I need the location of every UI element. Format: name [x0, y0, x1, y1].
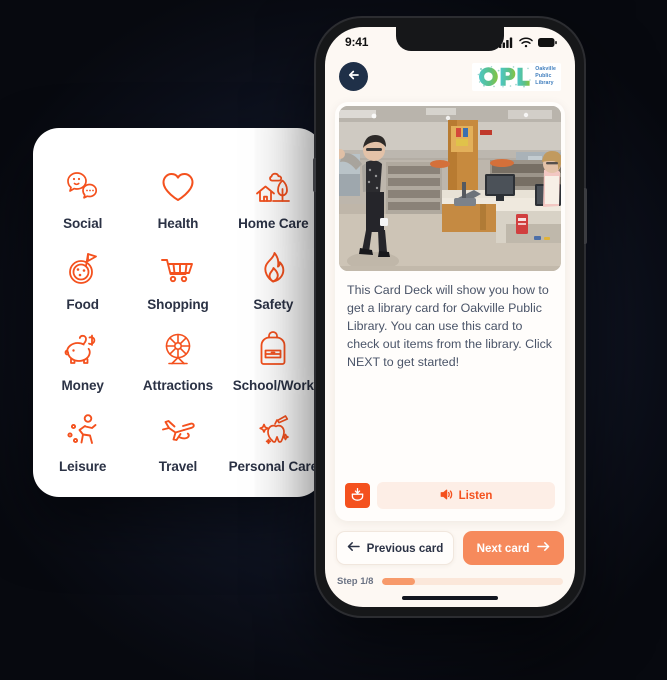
logo-line-1: Oakville	[535, 66, 556, 73]
category-item-social[interactable]: Social	[35, 158, 130, 239]
status-time: 9:41	[345, 35, 369, 49]
category-card: Social Health Home Care Food Shopping Sa…	[33, 128, 323, 497]
arrow-right-icon	[537, 541, 550, 555]
previous-card-button[interactable]: Previous card	[336, 531, 454, 565]
deck-card: This Card Deck will show you how to get …	[335, 102, 565, 521]
category-item-travel[interactable]: Travel	[130, 402, 225, 483]
tooth-brush-icon	[253, 410, 293, 450]
listen-row: Listen	[335, 482, 565, 521]
category-label: Leisure	[59, 459, 107, 475]
phone-mockup: 9:41 Oakville Public Library This Card D…	[313, 18, 587, 616]
category-grid: Social Health Home Care Food Shopping Sa…	[33, 152, 323, 497]
shopping-cart-icon	[158, 248, 198, 288]
home-indicator	[402, 596, 498, 600]
house-tree-icon	[253, 167, 293, 207]
back-button[interactable]	[339, 62, 368, 91]
category-item-attractions[interactable]: Attractions	[130, 321, 225, 402]
category-label: School/Work	[232, 378, 314, 394]
next-card-label: Next card	[476, 541, 530, 555]
battery-icon	[538, 37, 557, 48]
speech-bubbles-icon	[63, 167, 103, 207]
piggy-bank-icon	[63, 329, 103, 369]
opl-logo-wordmark: Oakville Public Library	[535, 66, 556, 87]
progress-row: Step 1/8	[325, 565, 575, 587]
status-icons	[499, 37, 557, 48]
category-label: Attractions	[142, 378, 214, 394]
category-label: Food	[66, 296, 99, 312]
text-to-speech-button[interactable]	[345, 483, 370, 508]
logo-line-3: Library	[535, 79, 554, 86]
screenshot-stage: Social Health Home Care Food Shopping Sa…	[0, 0, 667, 680]
progress-track	[382, 578, 563, 585]
opl-logo: Oakville Public Library	[472, 62, 561, 91]
next-card-button[interactable]: Next card	[463, 531, 564, 565]
airplane-icon	[158, 410, 198, 450]
card-navigation: Previous card Next card	[325, 521, 575, 565]
category-label: Safety	[253, 296, 294, 312]
category-label: Social	[63, 215, 103, 231]
category-item-school-work[interactable]: School/Work	[226, 321, 321, 402]
category-label: Health	[157, 215, 199, 231]
category-item-food[interactable]: Food	[35, 239, 130, 320]
listen-label: Listen	[458, 489, 493, 502]
category-label: Money	[61, 378, 104, 394]
listen-button[interactable]: Listen	[377, 482, 555, 509]
ferris-wheel-icon	[158, 329, 198, 369]
card-body-text: This Card Deck will show you how to get …	[347, 283, 552, 369]
previous-card-label: Previous card	[366, 541, 444, 555]
category-item-leisure[interactable]: Leisure	[35, 402, 130, 483]
heart-icon	[158, 167, 198, 207]
library-interior-photo	[339, 106, 561, 271]
backpack-icon	[253, 329, 293, 369]
category-item-safety[interactable]: Safety	[226, 239, 321, 320]
phone-screen: 9:41 Oakville Public Library This Card D…	[325, 27, 575, 607]
category-label: Home Care	[238, 215, 309, 231]
category-item-health[interactable]: Health	[130, 158, 225, 239]
category-label: Travel	[158, 459, 198, 475]
status-bar: 9:41	[325, 27, 575, 57]
category-label: Shopping	[147, 296, 209, 312]
category-item-home-care[interactable]: Home Care	[226, 158, 321, 239]
arrow-left-icon	[347, 541, 360, 555]
category-label: Personal Care	[228, 459, 319, 475]
speaker-icon	[440, 488, 453, 504]
opl-logomark-icon	[477, 65, 531, 88]
app-header: Oakville Public Library	[325, 57, 575, 99]
running-person-icon	[63, 410, 103, 450]
category-item-shopping[interactable]: Shopping	[130, 239, 225, 320]
step-label: Step 1/8	[337, 576, 374, 587]
text-to-speech-icon	[350, 487, 365, 505]
wifi-icon	[519, 37, 533, 48]
back-arrow-icon	[347, 68, 361, 85]
progress-fill	[382, 578, 415, 585]
logo-line-2: Public	[535, 73, 552, 80]
category-item-personal-care[interactable]: Personal Care	[226, 402, 321, 483]
cellular-signal-icon	[499, 37, 514, 48]
pizza-icon	[63, 248, 103, 288]
flame-icon	[253, 248, 293, 288]
category-item-money[interactable]: Money	[35, 321, 130, 402]
